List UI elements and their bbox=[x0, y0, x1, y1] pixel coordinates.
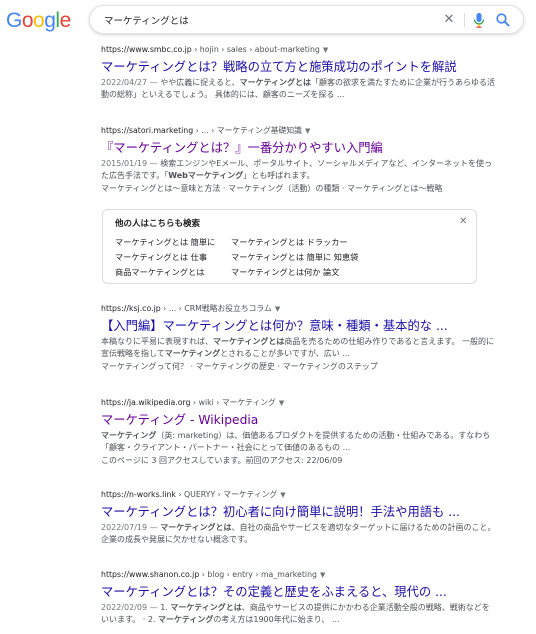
search-result: https://satori.marketing › ... › マーケティング… bbox=[101, 125, 496, 196]
snippet-text: 1. bbox=[160, 603, 171, 612]
result-title[interactable]: マーケティングとは？戦略の立て方と施策成功のポイントを解説 bbox=[101, 59, 496, 76]
people-also-search-box: 他の人はこちらも検索 ✕ マーケティングとは 簡単に マーケティングとは ドラッ… bbox=[102, 209, 477, 284]
result-url[interactable]: https://www.shanon.co.jp › blog › entry … bbox=[101, 569, 496, 581]
snippet-text: やや広義に捉えると、 bbox=[160, 78, 240, 87]
result-path: › wiki › マーケティング bbox=[190, 398, 276, 407]
result-domain: https://www.shanon.co.jp bbox=[101, 570, 200, 579]
result-snippet: 2022/07/19 — マーケティングとは、自社の商品やサービスを適切なターゲ… bbox=[101, 522, 496, 546]
paa-title: 他の人はこちらも検索 bbox=[115, 219, 201, 229]
related-search-link[interactable]: 商品マーケティングとは bbox=[115, 266, 204, 278]
google-logo[interactable]: Google bbox=[6, 9, 71, 33]
related-search-link[interactable]: マーケティングとは 簡単に 知恵袋 bbox=[231, 251, 358, 263]
snippet-highlight: マーケティングとは bbox=[213, 337, 285, 346]
logo-letter: G bbox=[6, 9, 22, 32]
result-url[interactable]: https://ksj.co.jp › ... › CRM戦略お役立ちコラム ▼ bbox=[101, 303, 496, 315]
search-divider bbox=[464, 13, 465, 27]
search-result: https://www.smbc.co.jp › hojin › sales ›… bbox=[101, 44, 496, 101]
search-result: https://www.shanon.co.jp › blog › entry … bbox=[101, 569, 496, 626]
visit-history: このページに 3 回アクセスしています。前回のアクセス: 22/06/09 bbox=[101, 456, 343, 466]
snippet-highlight: マーケティングとは bbox=[239, 78, 312, 87]
result-domain: https://www.smbc.co.jp bbox=[101, 45, 192, 54]
result-path: › hojin › sales › about-marketing bbox=[191, 45, 320, 54]
logo-letter: e bbox=[59, 9, 72, 32]
result-url[interactable]: https://satori.marketing › ... › マーケティング… bbox=[101, 125, 496, 137]
result-snippet: 2015/01/19 — 検索エンジンやEメール、ポータルサイト、ソーシャルメデ… bbox=[101, 158, 496, 182]
result-domain: https://satori.marketing bbox=[101, 126, 194, 135]
result-date: 2022/07/19 — bbox=[101, 523, 161, 532]
snippet-highlight: マーケティング bbox=[164, 349, 221, 359]
result-path: › QUERYY › マーケティング bbox=[175, 490, 278, 499]
close-icon[interactable]: ✕ bbox=[442, 12, 456, 28]
snippet-highlight: マーケティングとは bbox=[160, 523, 232, 532]
result-title[interactable]: マーケティングとは？初心者に向け簡単に説明！手法や用語も ... bbox=[101, 504, 496, 521]
logo-letter: g bbox=[44, 9, 56, 32]
snippet-highlight: マーケティングとは bbox=[170, 603, 242, 612]
snippet-highlight: Webマーケティング bbox=[168, 171, 244, 181]
snippet-highlight: マーケティング bbox=[101, 431, 157, 440]
sitelinks[interactable]: マーケティングとは〜意味と方法 · マーケティング（活動）の種類 · マーケティ… bbox=[101, 183, 496, 195]
more-options-icon[interactable]: ▼ bbox=[323, 46, 328, 54]
related-search-link[interactable]: マーケティングとは何か 論文 bbox=[231, 266, 339, 278]
search-input[interactable] bbox=[104, 10, 424, 30]
related-search-link[interactable]: マーケティングとは 仕事 bbox=[115, 251, 207, 263]
more-options-icon[interactable]: ▼ bbox=[320, 571, 325, 579]
search-header: Google ✕ bbox=[0, 0, 536, 40]
result-domain: https://n-works.link bbox=[101, 490, 176, 499]
result-domain: https://ja.wikipedia.org bbox=[101, 398, 191, 407]
search-result: https://ja.wikipedia.org › wiki › マーケティン… bbox=[101, 397, 496, 468]
more-options-icon[interactable]: ▼ bbox=[305, 127, 310, 135]
mic-icon[interactable] bbox=[471, 11, 487, 29]
snippet-text: 」とも呼ばれます。 bbox=[243, 171, 315, 181]
result-path: › ... › CRM戦略お役立ちコラム bbox=[160, 304, 272, 313]
result-snippet: 2022/02/09 — 1. マーケティングとは、商品やサービスの提供にかかわ… bbox=[101, 602, 496, 626]
snippet-highlight: マーケティング bbox=[158, 615, 214, 625]
result-snippet: マーケティング（英: marketing）は、価値あるプロダクトを提供するための… bbox=[101, 430, 496, 454]
search-result: https://ksj.co.jp › ... › CRM戦略お役立ちコラム ▼ … bbox=[101, 303, 496, 374]
snippet-text: の考え方は1900年代に始まり、 ... bbox=[213, 615, 340, 625]
more-options-icon[interactable]: ▼ bbox=[280, 491, 285, 499]
search-icon[interactable] bbox=[494, 11, 512, 29]
snippet-text: 本稿なりに平易に表現すれば、 bbox=[101, 337, 213, 346]
result-title[interactable]: 【入門編】マーケティングとは何か？意味・種類・基本的な ... bbox=[101, 318, 496, 335]
result-title[interactable]: 『マーケティングとは？』一番分かりやすい入門編 bbox=[101, 140, 496, 157]
result-snippet: 2022/04/27 — やや広義に捉えると、マーケティングとは「顧客の欲求を満… bbox=[101, 77, 496, 101]
close-icon[interactable]: ✕ bbox=[459, 216, 467, 228]
result-snippet: 本稿なりに平易に表現すれば、マーケティングとは商品を売るための仕組み作りであると… bbox=[101, 336, 496, 360]
sitelinks[interactable]: マーケティングって何？ · マーケティングの歴史 · マーケティングのステップ bbox=[101, 361, 496, 373]
result-path: › ... › マーケティング基礎知識 bbox=[193, 126, 302, 135]
result-path: › blog › entry › ma_marketing bbox=[199, 570, 317, 579]
more-options-icon[interactable]: ▼ bbox=[279, 399, 284, 407]
search-result: https://n-works.link › QUERYY › マーケティング ▼… bbox=[101, 489, 496, 546]
result-date: 2022/02/09 — bbox=[101, 603, 161, 612]
result-title[interactable]: マーケティング - Wikipedia bbox=[101, 412, 496, 429]
snippet-text: （英: marketing）は、価値あるプロダクトを提供するための活動・仕組みで… bbox=[101, 431, 491, 453]
search-box[interactable]: ✕ bbox=[89, 5, 524, 34]
result-title[interactable]: マーケティングとは？その定義と歴史をふまえると、現代の ... bbox=[101, 584, 496, 601]
result-date: 2022/04/27 — bbox=[101, 78, 161, 87]
logo-letter: o bbox=[33, 9, 45, 32]
result-domain: https://ksj.co.jp bbox=[101, 304, 161, 313]
snippet-text: とされることが多いですが、広い ... bbox=[220, 349, 350, 359]
result-url[interactable]: https://n-works.link › QUERYY › マーケティング ▼ bbox=[101, 489, 496, 501]
related-search-link[interactable]: マーケティングとは 簡単に bbox=[115, 236, 215, 248]
result-url[interactable]: https://www.smbc.co.jp › hojin › sales ›… bbox=[101, 44, 496, 56]
logo-letter: o bbox=[21, 9, 34, 32]
related-search-link[interactable]: マーケティングとは ドラッカー bbox=[231, 236, 348, 248]
more-options-icon[interactable]: ▼ bbox=[275, 305, 280, 313]
result-url[interactable]: https://ja.wikipedia.org › wiki › マーケティン… bbox=[101, 397, 496, 409]
result-date: 2015/01/19 — bbox=[101, 159, 161, 168]
